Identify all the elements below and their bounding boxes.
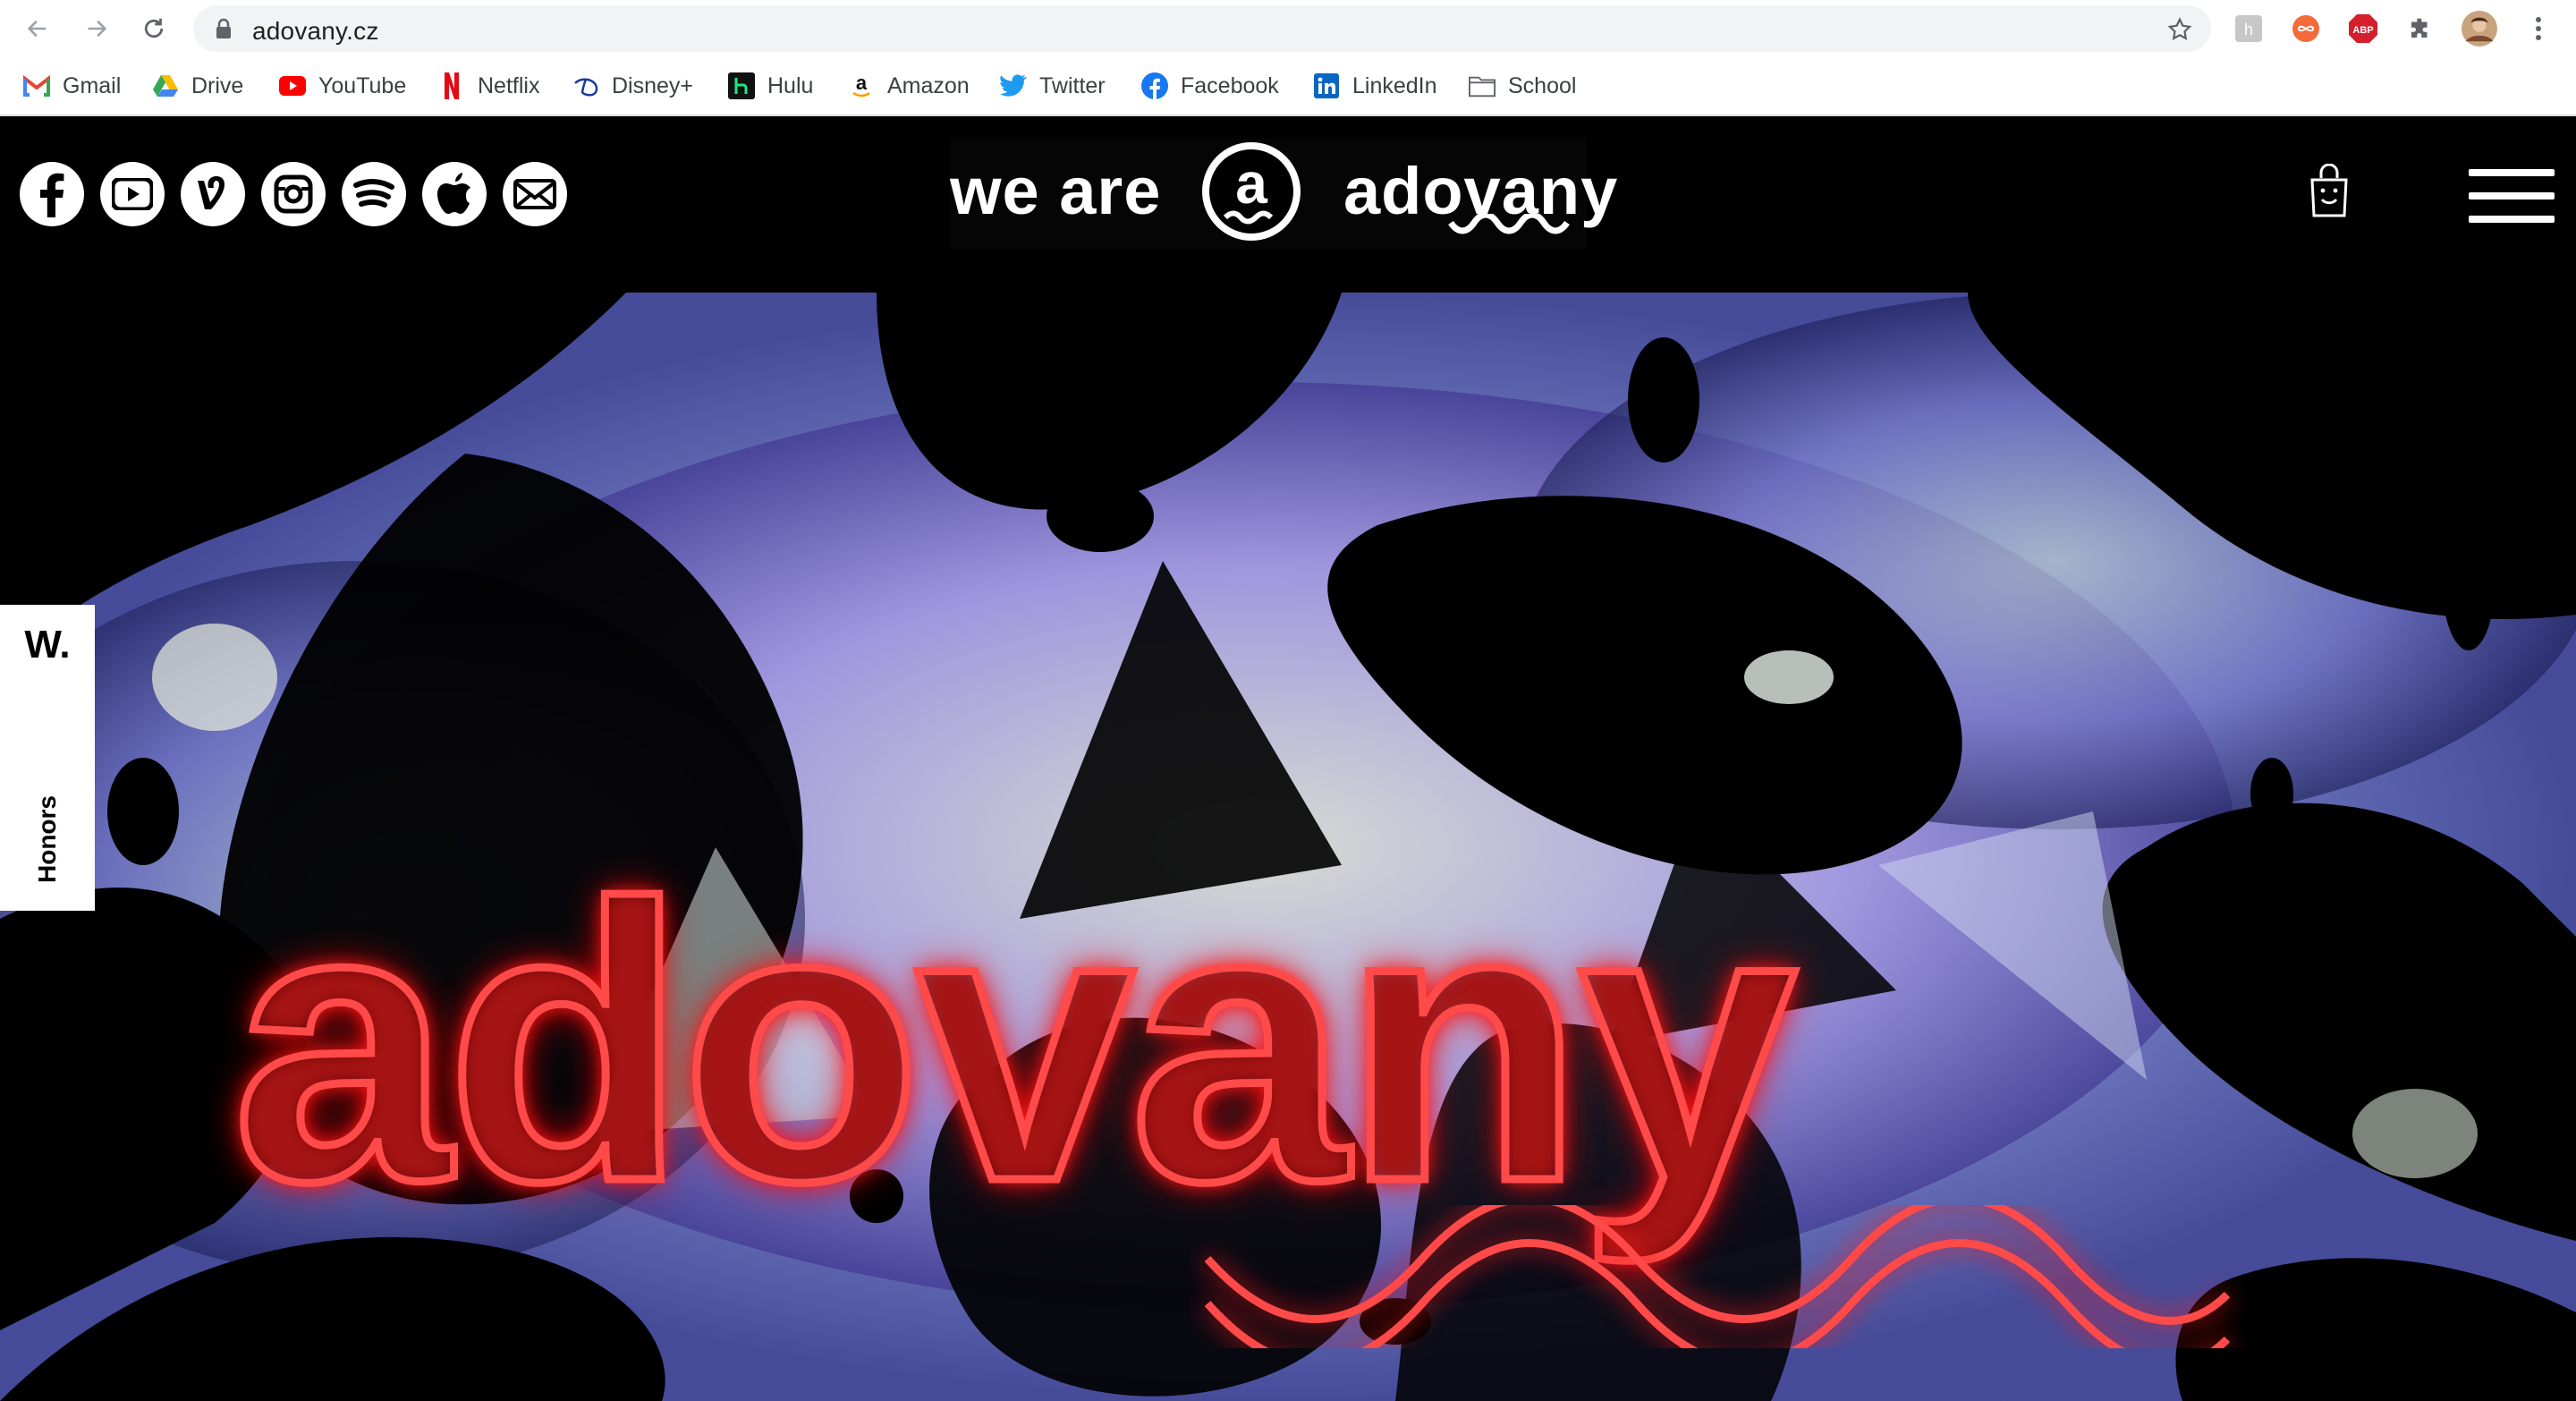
bookmark-linkedin[interactable]: LinkedIn — [1313, 70, 1437, 102]
bookmark-disney[interactable]: Disney+ — [572, 70, 693, 102]
adovany-at-logo-icon[interactable]: a — [1199, 139, 1304, 244]
back-button[interactable] — [16, 7, 59, 50]
neon-wave-underline-icon — [1204, 1205, 2231, 1348]
browser-toolbar: adovany.cz h ABP — [0, 0, 2576, 57]
bookmark-twitter[interactable]: Twitter — [1000, 70, 1106, 102]
folder-icon — [1469, 72, 1496, 99]
bookmark-youtube[interactable]: YouTube — [279, 70, 406, 102]
drive-icon — [152, 72, 179, 99]
adblock-plus-icon[interactable]: ABP — [2345, 11, 2381, 47]
bookmark-star-icon[interactable] — [2166, 16, 2193, 43]
address-bar[interactable]: adovany.cz — [193, 5, 2211, 52]
svg-text:a: a — [856, 73, 868, 94]
hero-video[interactable]: adovany — [0, 293, 2576, 1401]
twitter-icon — [1000, 72, 1027, 99]
bookmark-gmail[interactable]: Gmail — [23, 70, 121, 102]
logo-prefix[interactable]: we are — [950, 153, 1161, 229]
gmail-icon — [23, 72, 50, 99]
lock-icon — [216, 18, 231, 38]
logo-wave-icon — [1448, 214, 1570, 234]
svg-text:a: a — [1235, 151, 1267, 216]
bookmark-netflix[interactable]: Netflix — [438, 70, 539, 102]
arrow-left-icon — [27, 20, 47, 38]
forward-button[interactable] — [75, 7, 118, 50]
spotify-icon[interactable] — [342, 162, 406, 226]
honors-badge-label: Honors — [33, 795, 61, 883]
shopping-bag-icon[interactable] — [2309, 164, 2349, 217]
hero-neon-title: adovany — [228, 824, 1801, 1263]
site-header: we are a adovany — [0, 117, 2576, 293]
url-text[interactable]: adovany.cz — [252, 17, 379, 46]
chrome-menu-button[interactable] — [2521, 11, 2556, 47]
bookmarks-bar: Gmail Drive YouTube Netflix Disney+ Hulu… — [0, 57, 2576, 116]
vine-icon[interactable] — [181, 162, 245, 226]
arrow-right-icon — [88, 20, 107, 38]
profile-avatar[interactable] — [2462, 11, 2497, 47]
bookmark-school-folder[interactable]: School — [1469, 70, 1576, 102]
disney-icon — [572, 72, 599, 99]
reload-icon — [144, 18, 164, 38]
hamburger-menu-button[interactable] — [2469, 169, 2555, 223]
youtube-icon — [279, 72, 306, 99]
reader-extension-icon[interactable]: h — [2231, 11, 2267, 47]
svg-text:h: h — [2244, 21, 2253, 38]
svg-text:ABP: ABP — [2352, 25, 2373, 36]
bookmark-facebook[interactable]: Facebook — [1141, 70, 1279, 102]
netflix-icon — [438, 72, 465, 99]
youtube-icon[interactable] — [100, 162, 165, 226]
bookmark-amazon[interactable]: a Amazon — [848, 70, 970, 102]
infinity-extension-icon[interactable] — [2288, 11, 2324, 47]
amazon-icon: a — [848, 72, 875, 99]
bookmark-hulu[interactable]: Hulu — [728, 70, 813, 102]
facebook-icon — [1141, 72, 1168, 99]
reload-button[interactable] — [132, 7, 175, 50]
awwwards-honors-badge[interactable]: W. Honors — [0, 605, 95, 911]
extensions-puzzle-icon[interactable] — [2402, 11, 2438, 47]
facebook-icon[interactable] — [20, 162, 84, 226]
linkedin-icon — [1313, 72, 1340, 99]
hulu-icon — [728, 72, 755, 99]
instagram-icon[interactable] — [261, 162, 326, 226]
apple-icon[interactable] — [422, 162, 487, 226]
mail-icon[interactable] — [503, 162, 567, 226]
bookmark-drive[interactable]: Drive — [152, 70, 243, 102]
honors-badge-mark: W. — [24, 623, 71, 667]
